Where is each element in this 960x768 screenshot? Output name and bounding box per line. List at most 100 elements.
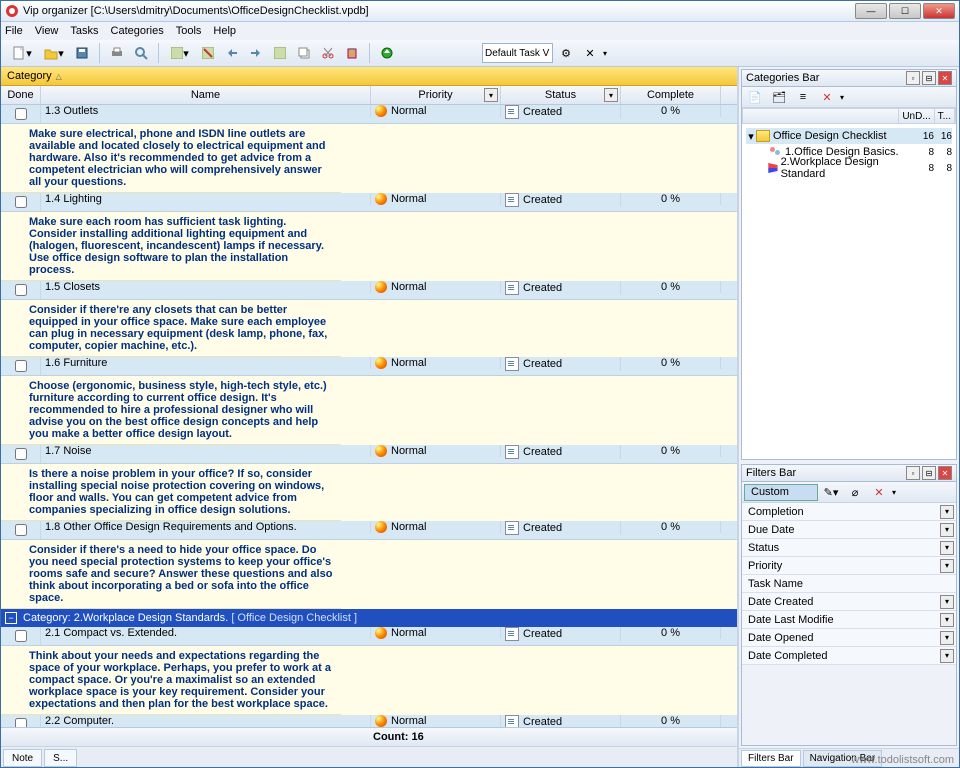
dropdown-icon[interactable]: ▾ xyxy=(940,559,954,573)
minimize-button[interactable]: — xyxy=(855,3,887,19)
grid-body[interactable]: 1.3 Outlets Normal Created 0 % Make sure… xyxy=(1,105,737,727)
dropdown-icon[interactable]: ▾ xyxy=(892,488,896,497)
done-checkbox[interactable] xyxy=(15,108,27,120)
col-done[interactable]: Done xyxy=(1,86,41,104)
done-checkbox[interactable] xyxy=(15,448,27,460)
new-doc-icon[interactable]: ▾ xyxy=(7,42,37,64)
dropdown-icon[interactable]: ▾ xyxy=(940,649,954,663)
menu-view[interactable]: View xyxy=(35,25,59,37)
cat-new-icon[interactable]: 📄 xyxy=(744,86,766,108)
dropdown-icon[interactable]: ▾ xyxy=(940,595,954,609)
group-header[interactable]: −Category: 2.Workplace Design Standards.… xyxy=(1,609,737,627)
panel-close-icon[interactable]: ✕ xyxy=(938,466,952,480)
cat-del-icon[interactable]: ✕ xyxy=(816,86,838,108)
cut-icon[interactable] xyxy=(317,42,339,64)
filter-row[interactable]: Due Date▾ xyxy=(742,521,956,539)
filter-row[interactable]: Date Last Modifie▾ xyxy=(742,611,956,629)
cat-list-icon[interactable]: ≡ xyxy=(792,86,814,108)
preview-icon[interactable] xyxy=(130,42,152,64)
filter-apply-icon[interactable]: ✎▾ xyxy=(820,481,842,503)
done-checkbox[interactable] xyxy=(15,630,27,642)
filter-custom[interactable]: Custom xyxy=(744,484,818,501)
close-button[interactable]: ✕ xyxy=(923,3,955,19)
task-delete-icon[interactable] xyxy=(197,42,219,64)
tab-note[interactable]: Note xyxy=(3,749,42,767)
dropdown-icon[interactable]: ▾ xyxy=(940,631,954,645)
done-checkbox[interactable] xyxy=(15,284,27,296)
done-checkbox[interactable] xyxy=(15,718,27,727)
paste-icon[interactable] xyxy=(341,42,363,64)
undo-icon[interactable] xyxy=(221,42,243,64)
menu-help[interactable]: Help xyxy=(213,25,236,37)
dropdown-icon[interactable]: ▾ xyxy=(940,505,954,519)
col-t[interactable]: T... xyxy=(935,109,955,123)
task-row[interactable]: 1.8 Other Office Design Requirements and… xyxy=(1,521,737,540)
done-checkbox[interactable] xyxy=(15,196,27,208)
dropdown-icon[interactable]: ▾ xyxy=(604,88,618,102)
filter-clear-icon[interactable]: ✕ xyxy=(579,42,601,64)
print-icon[interactable] xyxy=(106,42,128,64)
filter-row[interactable]: Date Opened▾ xyxy=(742,629,956,647)
task-name: 1.6 Furniture xyxy=(41,357,371,369)
tree-item[interactable]: ▾Office Design Checklist1616 xyxy=(746,128,952,144)
col-status[interactable]: Status▾ xyxy=(501,86,621,104)
cat-tree-icon[interactable]: 🗂 xyxy=(768,86,790,108)
collapse-icon[interactable]: − xyxy=(5,612,17,624)
filter-row[interactable]: Date Created▾ xyxy=(742,593,956,611)
edit-icon[interactable] xyxy=(269,42,291,64)
filter-row[interactable]: Date Completed▾ xyxy=(742,647,956,665)
task-name: 1.3 Outlets xyxy=(41,105,371,117)
filter-row[interactable]: Priority▾ xyxy=(742,557,956,575)
filter-row[interactable]: Status▾ xyxy=(742,539,956,557)
filter-row[interactable]: Task Name xyxy=(742,575,956,593)
panel-pin-icon[interactable]: ⊟ xyxy=(922,466,936,480)
menu-file[interactable]: File xyxy=(5,25,23,37)
col-complete[interactable]: Complete xyxy=(621,86,721,104)
view-filter-input[interactable] xyxy=(482,43,553,63)
priority-icon xyxy=(375,281,387,293)
open-icon[interactable]: ▾ xyxy=(39,42,69,64)
filter-del-icon[interactable]: ✕ xyxy=(868,481,890,503)
dropdown-icon[interactable]: ▾ xyxy=(940,541,954,555)
filter-apply-icon[interactable]: ⚙ xyxy=(555,42,577,64)
app-icon xyxy=(5,4,19,18)
task-row[interactable]: 1.4 Lighting Normal Created 0 % xyxy=(1,193,737,212)
panel-dock-icon[interactable]: ▫ xyxy=(906,71,920,85)
save-icon[interactable] xyxy=(71,42,93,64)
menu-tools[interactable]: Tools xyxy=(176,25,202,37)
task-priority: Normal xyxy=(371,715,501,727)
refresh-icon[interactable] xyxy=(376,42,398,64)
filter-row[interactable]: Completion▾ xyxy=(742,503,956,521)
tab-filters-bar[interactable]: Filters Bar xyxy=(741,750,801,767)
col-priority[interactable]: Priority▾ xyxy=(371,86,501,104)
done-checkbox[interactable] xyxy=(15,524,27,536)
dropdown-icon[interactable]: ▾ xyxy=(940,613,954,627)
category-group-header[interactable]: Category△ xyxy=(1,67,737,86)
dropdown-icon[interactable]: ▾ xyxy=(940,523,954,537)
maximize-button[interactable]: ☐ xyxy=(889,3,921,19)
dropdown-icon[interactable]: ▾ xyxy=(840,93,844,102)
panel-close-icon[interactable]: ✕ xyxy=(938,71,952,85)
dropdown-icon[interactable]: ▾ xyxy=(603,49,607,58)
task-row[interactable]: 2.2 Computer. Normal Created 0 % xyxy=(1,715,737,727)
menu-tasks[interactable]: Tasks xyxy=(70,25,98,37)
tab-s[interactable]: S... xyxy=(44,749,77,767)
tree-item[interactable]: 2.Workplace Design Standard88 xyxy=(746,160,952,176)
expand-icon[interactable]: ▾ xyxy=(746,130,756,143)
filter-clear-icon[interactable]: ⌀ xyxy=(844,481,866,503)
done-checkbox[interactable] xyxy=(15,360,27,372)
col-und[interactable]: UnD... xyxy=(899,109,934,123)
panel-dock-icon[interactable]: ▫ xyxy=(906,466,920,480)
task-row[interactable]: 1.6 Furniture Normal Created 0 % xyxy=(1,357,737,376)
copy-icon[interactable] xyxy=(293,42,315,64)
col-name[interactable]: Name xyxy=(41,86,371,104)
menu-categories[interactable]: Categories xyxy=(111,25,164,37)
task-row[interactable]: 2.1 Compact vs. Extended. Normal Created… xyxy=(1,627,737,646)
task-row[interactable]: 1.5 Closets Normal Created 0 % xyxy=(1,281,737,300)
panel-pin-icon[interactable]: ⊟ xyxy=(922,71,936,85)
dropdown-icon[interactable]: ▾ xyxy=(484,88,498,102)
redo-icon[interactable] xyxy=(245,42,267,64)
task-row[interactable]: 1.3 Outlets Normal Created 0 % xyxy=(1,105,737,124)
task-row[interactable]: 1.7 Noise Normal Created 0 % xyxy=(1,445,737,464)
task-new-icon[interactable]: ▾ xyxy=(165,42,195,64)
